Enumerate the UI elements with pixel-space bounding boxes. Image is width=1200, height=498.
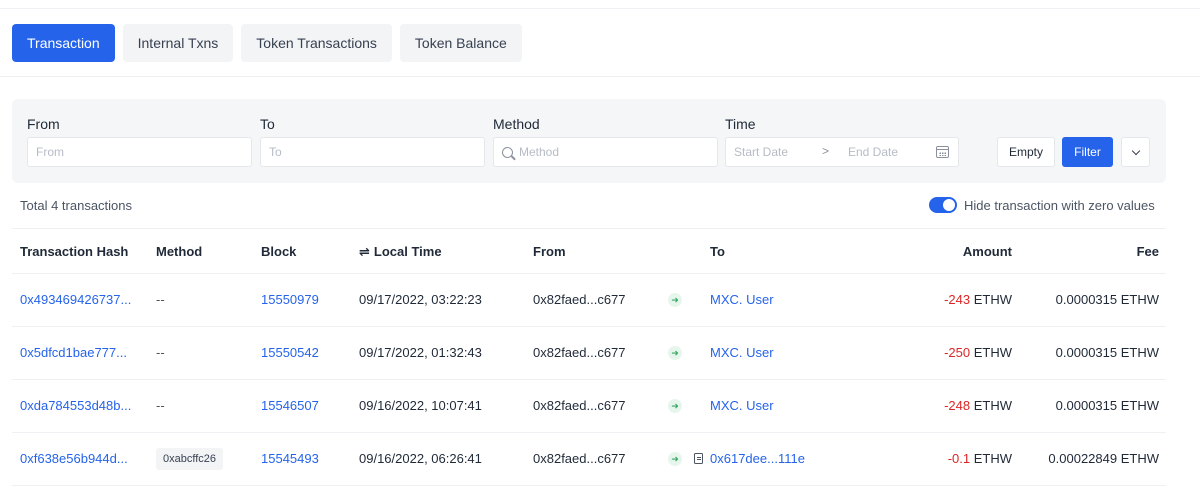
col-header-method: Method	[156, 244, 203, 259]
local-time: 09/17/2022, 03:22:23	[359, 292, 482, 307]
amount-unit: ETHW	[973, 398, 1012, 413]
tx-hash-link[interactable]: 0xda784553d48b...	[20, 398, 142, 413]
tab-bar: Transaction Internal Txns Token Transact…	[12, 24, 522, 62]
from-address: 0x82faed...c677	[533, 292, 626, 307]
to-placeholder: To	[269, 145, 282, 159]
local-time: 09/16/2022, 10:07:41	[359, 398, 482, 413]
chevron-down-icon	[1131, 146, 1140, 155]
tab-token-transactions[interactable]: Token Transactions	[241, 24, 392, 62]
to-address-link[interactable]: MXC. User	[710, 292, 774, 307]
fee-value: 0.0000315 ETHW	[1055, 292, 1159, 307]
total-transactions: Total 4 transactions	[20, 198, 133, 213]
amount-unit: ETHW	[973, 292, 1012, 307]
col-header-time-label: Local Time	[373, 244, 442, 259]
contract-icon-wrap	[694, 451, 708, 466]
block-link[interactable]: 15550542	[261, 345, 319, 360]
method-placeholder: Method	[519, 145, 560, 159]
col-header-hash: Transaction Hash	[20, 244, 129, 259]
arrow-right-icon: ➜	[668, 293, 682, 307]
method-input[interactable]: Method	[493, 137, 718, 167]
method-badge: 0xabcffc26	[156, 448, 224, 470]
method-value: --	[156, 398, 165, 413]
amount-number: -0.1	[947, 451, 971, 466]
col-header-amount: Amount	[962, 244, 1012, 259]
table-row: 0xf638e56b944d... 0xabcffc26 15545493 09…	[0, 433, 1200, 486]
calendar-icon	[936, 146, 949, 158]
amount-number: -248	[944, 398, 971, 413]
col-header-fee: Fee	[1136, 244, 1159, 259]
to-address-link[interactable]: 0x617dee...111e	[710, 451, 805, 466]
to-input[interactable]: To	[260, 137, 485, 167]
from-address: 0x82faed...c677	[533, 398, 626, 413]
method-value: --	[156, 345, 165, 360]
amount-unit: ETHW	[973, 345, 1012, 360]
amount-value: -0.1 ETHW	[900, 451, 1012, 466]
filter-more-button[interactable]	[1121, 137, 1150, 167]
top-divider	[0, 8, 1200, 9]
fee-value: 0.0000315 ETHW	[1055, 398, 1159, 413]
tab-transaction[interactable]: Transaction	[12, 24, 115, 62]
table-row: 0x493469426737... -- 15550979 09/17/2022…	[0, 274, 1200, 327]
swap-icon: ⇌	[359, 244, 370, 259]
local-time: 09/17/2022, 01:32:43	[359, 345, 482, 360]
hide-zero-label: Hide transaction with zero values	[964, 198, 1155, 213]
table-row: 0x5dfcd1bae777... -- 15550542 09/17/2022…	[0, 327, 1200, 380]
col-header-block: Block	[261, 244, 297, 259]
block-link[interactable]: 15545493	[261, 451, 319, 466]
method-value: --	[156, 292, 165, 307]
tab-internal-txns[interactable]: Internal Txns	[122, 24, 234, 62]
search-icon	[502, 146, 513, 158]
amount-value: -250 ETHW	[900, 345, 1012, 360]
row-divider	[12, 485, 1166, 486]
amount-number: -250	[944, 345, 971, 360]
fee-value: 0.00022849 ETHW	[1048, 451, 1159, 466]
hide-zero-toggle[interactable]	[929, 197, 957, 213]
tx-hash-link[interactable]: 0xf638e56b944d...	[20, 451, 142, 466]
tab-token-balance[interactable]: Token Balance	[399, 24, 522, 62]
to-label: To	[260, 116, 275, 132]
contract-icon	[694, 453, 703, 464]
fee-value: 0.0000315 ETHW	[1055, 345, 1159, 360]
from-placeholder: From	[36, 145, 64, 159]
local-time: 09/16/2022, 06:26:41	[359, 451, 482, 466]
tx-hash-link[interactable]: 0x5dfcd1bae777...	[20, 345, 142, 360]
col-header-from: From	[533, 244, 566, 259]
tabs-divider	[0, 76, 1200, 77]
filter-button[interactable]: Filter	[1062, 137, 1113, 167]
time-label: Time	[725, 116, 756, 132]
start-date-placeholder: Start Date	[734, 145, 789, 159]
empty-button[interactable]: Empty	[997, 137, 1055, 167]
table-top-divider	[12, 228, 1166, 229]
from-input[interactable]: From	[27, 137, 252, 167]
amount-number: -243	[944, 292, 971, 307]
time-range-input[interactable]: Start Date > End Date	[725, 137, 959, 167]
amount-unit: ETHW	[973, 451, 1012, 466]
filter-panel: From From To To Method Method Time Start…	[12, 99, 1166, 183]
end-date-placeholder: End Date	[848, 145, 899, 159]
amount-value: -248 ETHW	[900, 398, 1012, 413]
arrow-right-icon: ➜	[668, 452, 682, 466]
block-link[interactable]: 15550979	[261, 292, 319, 307]
to-address-link[interactable]: MXC. User	[710, 345, 774, 360]
from-label: From	[27, 116, 60, 132]
col-header-to: To	[710, 244, 725, 259]
to-address-link[interactable]: MXC. User	[710, 398, 774, 413]
from-address: 0x82faed...c677	[533, 345, 626, 360]
date-separator: >	[822, 144, 830, 158]
col-header-time[interactable]: ⇌ Local Time	[359, 244, 442, 260]
arrow-right-icon: ➜	[668, 346, 682, 360]
tx-hash-link[interactable]: 0x493469426737...	[20, 292, 142, 307]
table-row: 0xda784553d48b... -- 15546507 09/16/2022…	[0, 380, 1200, 433]
arrow-right-icon: ➜	[668, 399, 682, 413]
block-link[interactable]: 15546507	[261, 398, 319, 413]
method-label: Method	[493, 116, 540, 132]
amount-value: -243 ETHW	[900, 292, 1012, 307]
from-address: 0x82faed...c677	[533, 451, 626, 466]
